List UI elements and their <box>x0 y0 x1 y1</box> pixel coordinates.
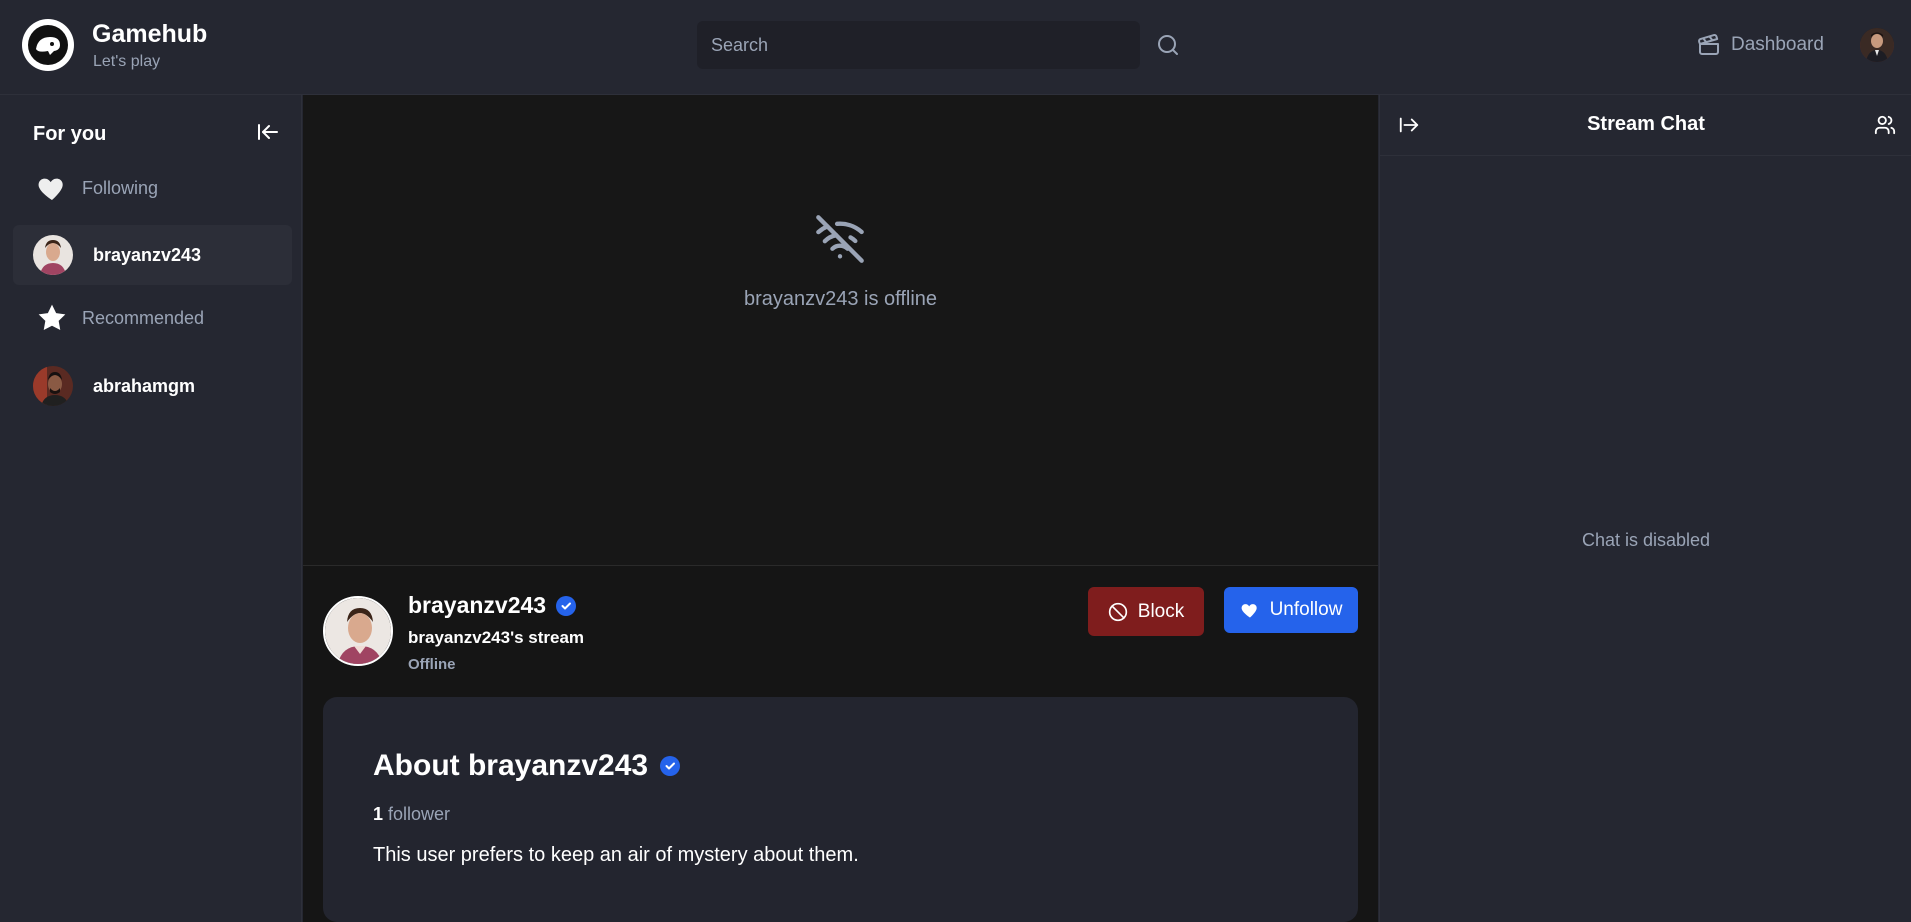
brand-name: Gamehub <box>92 20 208 48</box>
stream-area: brayanzv243 is offline brayanzv243 braya… <box>303 95 1378 922</box>
chat-community-button[interactable] <box>1874 114 1896 136</box>
following-label: Following <box>82 177 159 198</box>
logo[interactable] <box>22 19 74 71</box>
stream-status: Offline <box>408 656 456 673</box>
verified-icon <box>660 756 681 776</box>
following-section-header: Following <box>36 172 158 204</box>
recommended-section-header: Recommended <box>36 302 204 334</box>
stream-title: brayanzv243's stream <box>408 628 585 647</box>
wifi-off-icon <box>816 215 864 263</box>
recommended-label: Recommended <box>82 307 205 328</box>
clapperboard-icon <box>1698 34 1719 55</box>
video-player[interactable]: brayanzv243 is offline <box>303 95 1378 566</box>
block-label: Block <box>1137 600 1185 622</box>
verified-icon <box>556 595 577 616</box>
users-icon <box>1874 115 1896 135</box>
follower-count-label: follower <box>388 804 451 824</box>
offline-message: brayanzv243 is offline <box>743 288 938 310</box>
logo-mascot-icon <box>23 20 73 70</box>
chat-header: Stream Chat <box>1380 95 1911 156</box>
search-input[interactable] <box>697 21 1140 69</box>
avatar <box>33 366 73 406</box>
user-avatar[interactable] <box>1860 28 1894 62</box>
dashboard-label: Dashboard <box>1731 34 1824 55</box>
follower-count: 1 follower <box>373 804 450 825</box>
streamer-name-row: brayanzv243 <box>408 592 577 619</box>
search-button[interactable] <box>1153 30 1183 60</box>
about-title: About brayanzv243 <box>373 749 649 782</box>
chat-title: Stream Chat <box>1587 113 1705 135</box>
block-button[interactable]: Block <box>1088 587 1204 636</box>
sidebar: For you Following brayanzv243 Recommende… <box>0 95 302 922</box>
unfollow-button[interactable]: Unfollow <box>1224 587 1358 633</box>
streamer-name: brayanzv243 <box>408 592 547 618</box>
search-icon <box>1158 35 1178 55</box>
user-avatar-image <box>1860 28 1894 62</box>
avatar <box>33 235 73 275</box>
sidebar-user-name: brayanzv243 <box>93 244 202 265</box>
heart-icon <box>38 178 63 200</box>
streamer-avatar[interactable] <box>323 596 393 666</box>
brand-tagline: Let's play <box>93 53 161 70</box>
about-title-row: About brayanzv243 <box>373 749 681 783</box>
collapse-sidebar-button[interactable] <box>256 120 280 144</box>
about-card: About brayanzv243 1 follower This user p… <box>323 697 1358 922</box>
arrow-left-to-line-icon <box>258 124 278 140</box>
about-bio: This user prefers to keep an air of myst… <box>373 844 859 866</box>
stream-chat: Stream Chat Chat is disabled <box>1379 95 1911 922</box>
sidebar-user-name: abrahamgm <box>93 375 196 396</box>
sidebar-user-abrahamgm[interactable]: abrahamgm <box>13 356 292 416</box>
top-bar: Gamehub Let's play Dashboard <box>0 0 1911 95</box>
sidebar-title: For you <box>33 123 107 145</box>
follower-count-number: 1 <box>373 804 384 824</box>
chat-disabled-message: Chat is disabled <box>1581 530 1711 550</box>
unfollow-label: Unfollow <box>1269 599 1343 620</box>
dashboard-button[interactable]: Dashboard <box>1697 28 1824 62</box>
ban-icon <box>1108 602 1127 621</box>
sidebar-user-brayanzv243[interactable]: brayanzv243 <box>13 225 292 285</box>
star-icon <box>38 304 66 330</box>
heart-icon <box>1241 604 1257 618</box>
